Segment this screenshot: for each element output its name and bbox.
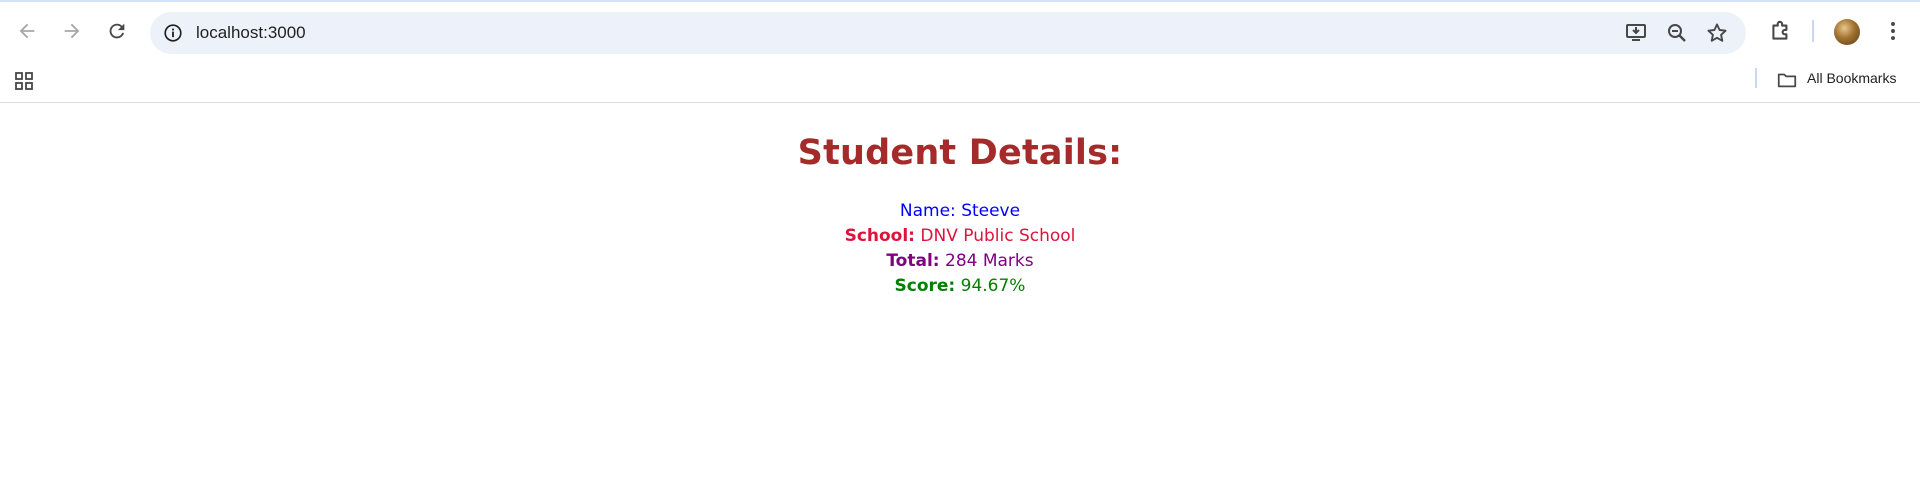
back-button[interactable] [12, 16, 42, 46]
kebab-menu-icon[interactable] [1880, 18, 1906, 44]
reload-button[interactable] [102, 16, 132, 46]
install-app-icon[interactable] [1624, 21, 1648, 45]
school-value: DNV Public School [920, 226, 1076, 246]
total-value: 284 Marks [945, 251, 1034, 271]
browser-toolbar: localhost:3000 [0, 0, 1920, 62]
bookmarks-divider [1755, 68, 1757, 88]
total-label: Total: [886, 251, 940, 271]
total-row: Total: 284 Marks [0, 249, 1920, 274]
info-icon[interactable] [162, 22, 184, 44]
reload-icon [109, 23, 125, 39]
school-label: School: [844, 226, 915, 246]
page-title: Student Details: [797, 133, 1123, 173]
student-details: Name: Steeve School: DNV Public School T… [0, 199, 1920, 299]
score-value: 94.67% [960, 276, 1026, 296]
score-label: Score: [894, 276, 956, 296]
score-row: Score: 94.67% [0, 274, 1920, 299]
name-row: Name: Steeve [0, 199, 1920, 224]
address-bar[interactable]: localhost:3000 [150, 12, 1746, 54]
toolbar-divider [1812, 20, 1814, 42]
folder-icon[interactable] [1776, 69, 1798, 91]
zoom-out-icon[interactable] [1665, 21, 1689, 45]
bookmarks-bar: All Bookmarks [0, 62, 1920, 103]
puzzle-icon[interactable] [1768, 18, 1794, 44]
name-value: Steeve [961, 201, 1021, 221]
school-row: School: DNV Public School [0, 224, 1920, 249]
url-text[interactable]: localhost:3000 [196, 23, 306, 43]
name-label: Name: [899, 201, 956, 221]
arrow-right-icon [64, 23, 80, 39]
arrow-left-icon [19, 23, 35, 39]
apps-grid-icon[interactable] [14, 71, 34, 91]
page-content: Student Details: Name: Steeve School: DN… [0, 103, 1920, 299]
star-icon[interactable] [1705, 21, 1729, 45]
forward-button[interactable] [57, 16, 87, 46]
all-bookmarks-label[interactable]: All Bookmarks [1807, 70, 1896, 86]
avatar[interactable] [1834, 19, 1860, 45]
browser-chrome: localhost:3000 All Bookmarks [0, 0, 1920, 103]
